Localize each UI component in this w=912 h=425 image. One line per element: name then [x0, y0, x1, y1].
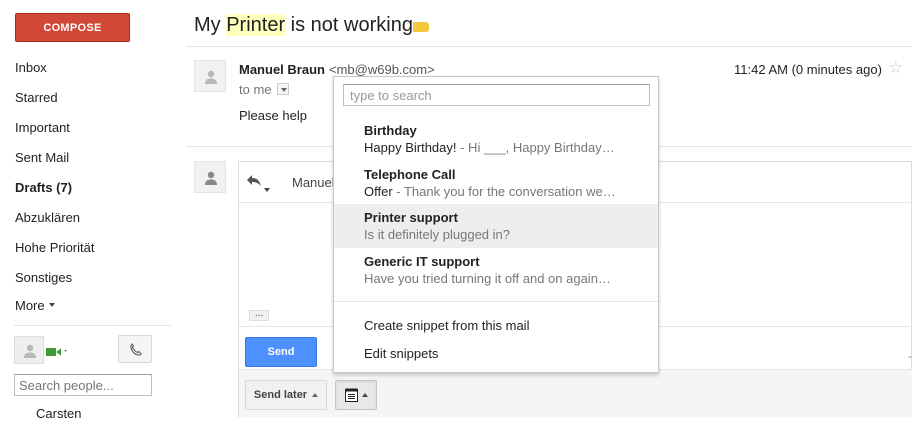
send-later-button[interactable]: Send later: [245, 380, 327, 410]
sidebar-item-inbox[interactable]: Inbox: [0, 52, 180, 82]
thread-subject: My Printer is not working: [194, 14, 413, 37]
sender-email: <mb@w69b.com>: [329, 62, 435, 77]
edge-indicator-icon: -: [908, 349, 912, 363]
person-icon: [205, 70, 217, 84]
menu-divider: [334, 301, 658, 302]
more-label: More: [15, 297, 45, 313]
chevron-down-icon: [48, 303, 55, 307]
sidebar-item-important[interactable]: Important: [0, 112, 180, 142]
reply-icon[interactable]: [246, 173, 262, 192]
recipient-label: to me: [239, 82, 272, 97]
chevron-down-icon: [281, 88, 287, 92]
snippet-item-telephone-call[interactable]: Telephone Call Offer - Thank you for the…: [334, 161, 658, 205]
message-time: 11:42 AM (0 minutes ago): [734, 62, 882, 77]
video-chat-dropdown[interactable]: [46, 345, 68, 360]
chevron-down-icon: [264, 187, 270, 192]
snippet-item-generic-it-support[interactable]: Generic IT support Have you tried turnin…: [334, 248, 658, 292]
sidebar-divider: [14, 325, 171, 326]
snippets-button[interactable]: [335, 380, 377, 410]
sender-avatar: [194, 60, 226, 92]
snippet-preview: Is it definitely plugged in?: [364, 227, 510, 242]
snippet-preview: Have you tried turning it off and on aga…: [364, 271, 611, 286]
snippet-menu: Birthday Happy Birthday! - Hi ___, Happy…: [333, 76, 659, 373]
label-tag-icon[interactable]: [413, 22, 429, 32]
edit-snippets-menu-item[interactable]: Edit snippets: [364, 346, 438, 361]
snippet-preview: Happy Birthday! - Hi ___, Happy Birthday…: [364, 140, 615, 155]
sidebar-item-hohe-prioritaet[interactable]: Hohe Priorität: [0, 232, 180, 262]
create-snippet-menu-item[interactable]: Create snippet from this mail: [364, 318, 529, 333]
sidebar-item-sent-mail[interactable]: Sent Mail: [0, 142, 180, 172]
snippet-item-birthday[interactable]: Birthday Happy Birthday! - Hi ___, Happy…: [334, 117, 658, 161]
sidebar-item-abzuklaeren[interactable]: Abzuklären: [0, 202, 180, 232]
snippet-title: Telephone Call: [364, 167, 456, 182]
send-later-label: Send later: [253, 389, 308, 401]
sender-name[interactable]: Manuel Braun: [239, 62, 325, 77]
snippet-preview: Offer - Thank you for the conversation w…: [364, 184, 616, 199]
call-phone-button[interactable]: [118, 335, 152, 363]
chevron-up-icon: [312, 393, 319, 397]
sidebar-more-button[interactable]: More: [0, 290, 180, 320]
details-dropdown[interactable]: [277, 83, 289, 95]
snippet-title: Printer support: [364, 210, 458, 225]
phone-icon: [130, 343, 142, 356]
star-icon[interactable]: ☆: [888, 58, 903, 78]
snippet-note-icon: [344, 388, 358, 402]
subject-suffix: is not working: [285, 14, 413, 36]
send-button[interactable]: Send: [245, 337, 317, 367]
video-camera-icon: [46, 348, 67, 356]
search-people-input[interactable]: [14, 374, 152, 396]
message-body: Please help: [239, 108, 307, 123]
subject-prefix: My: [194, 14, 227, 36]
sidebar-item-drafts[interactable]: Drafts (7): [0, 172, 180, 202]
snippet-search-input[interactable]: [343, 84, 650, 106]
chat-status-avatar[interactable]: [14, 336, 44, 364]
subject-highlight: Printer: [226, 14, 286, 36]
compose-button[interactable]: COMPOSE: [15, 13, 130, 42]
reply-type-dropdown[interactable]: [264, 181, 270, 196]
sidebar-item-sonstiges[interactable]: Sonstiges: [0, 262, 180, 292]
contact-item[interactable]: Carsten: [36, 406, 82, 421]
person-icon: [24, 344, 36, 358]
my-avatar: [194, 161, 226, 193]
reply-recipient[interactable]: Manuel: [292, 175, 335, 190]
sidebar-item-starred[interactable]: Starred: [0, 82, 180, 112]
snippet-title: Birthday: [364, 123, 417, 138]
header-divider: [186, 46, 912, 47]
person-icon: [205, 171, 217, 185]
snippet-title: Generic IT support: [364, 254, 480, 269]
show-trimmed-content-button[interactable]: ...: [249, 309, 269, 321]
snippet-item-printer-support[interactable]: Printer support Is it definitely plugged…: [334, 204, 658, 248]
chevron-up-icon: [361, 393, 368, 397]
